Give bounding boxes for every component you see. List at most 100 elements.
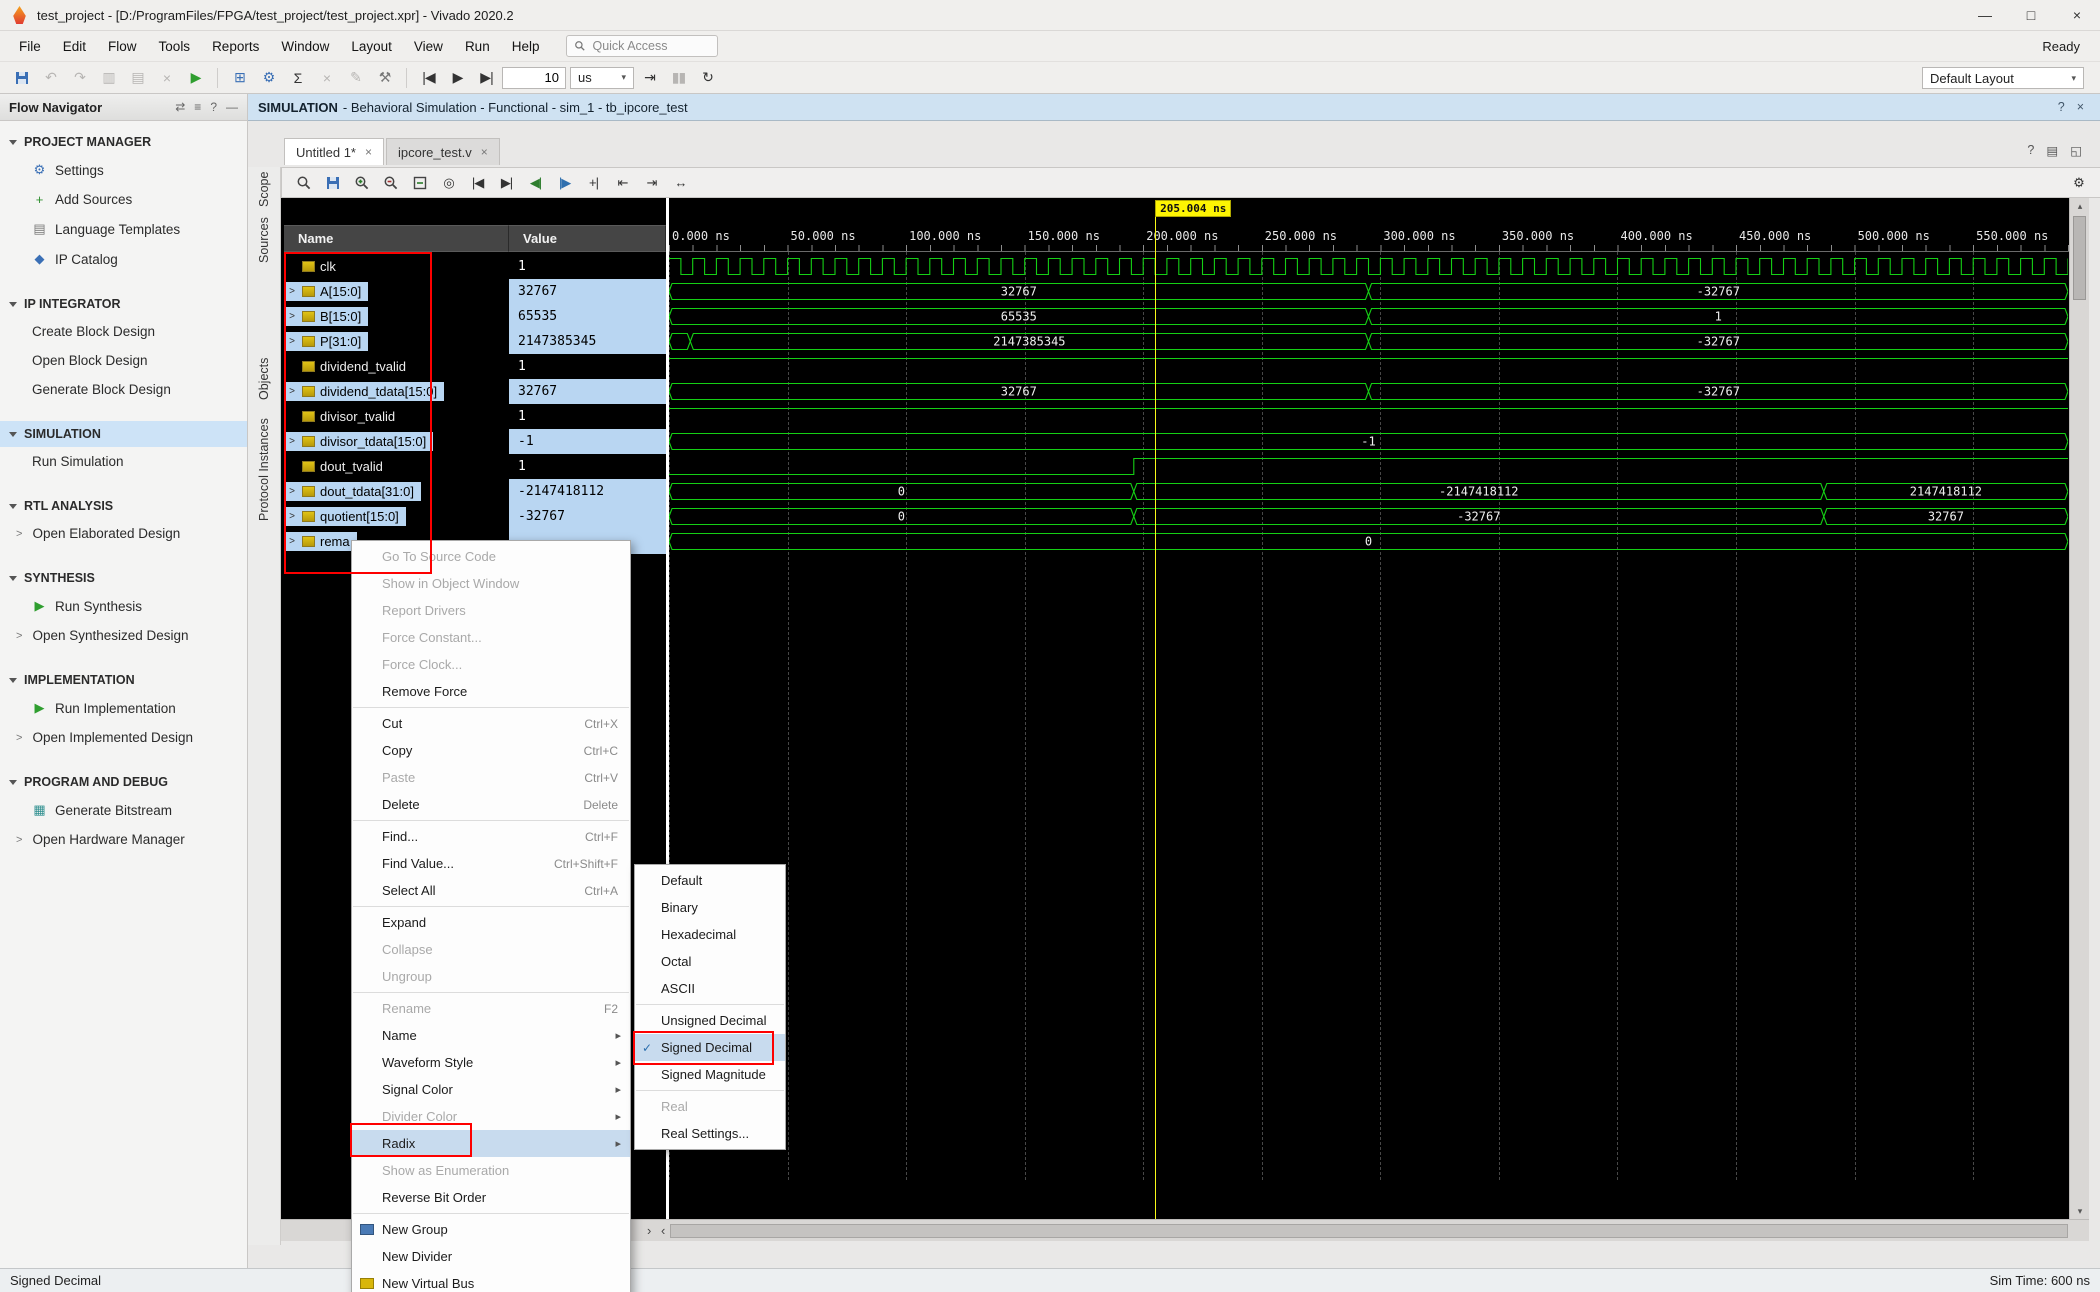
close-icon[interactable]: × bbox=[481, 145, 488, 159]
zoom-out-icon[interactable] bbox=[378, 171, 403, 195]
paste-icon[interactable]: ▤ bbox=[124, 65, 151, 91]
signal-name-row[interactable]: >dividend_tdata[15:0] bbox=[284, 379, 509, 404]
menu-tools[interactable]: Tools bbox=[148, 34, 202, 59]
undo-icon[interactable]: ↶ bbox=[37, 65, 64, 91]
layout-selector[interactable]: Default Layout ▾ bbox=[1922, 67, 2084, 89]
close-icon[interactable]: × bbox=[2077, 100, 2084, 114]
delete-icon[interactable]: × bbox=[153, 65, 180, 91]
flow-item-open-synthesized-design[interactable]: >Open Synthesized Design bbox=[0, 621, 247, 650]
menu-item-show-in-object-window[interactable]: Show in Object Window bbox=[352, 570, 630, 597]
menu-window[interactable]: Window bbox=[270, 34, 340, 59]
scroll-down-icon[interactable]: ▾ bbox=[2070, 1203, 2090, 1219]
next-marker-icon[interactable]: ⇥ bbox=[639, 171, 664, 195]
flow-section-title-project-manager[interactable]: PROJECT MANAGER bbox=[0, 129, 247, 155]
dock-icon[interactable]: ▤ bbox=[2046, 143, 2058, 158]
flow-item-open-hardware-manager[interactable]: >Open Hardware Manager bbox=[0, 825, 247, 854]
menu-run[interactable]: Run bbox=[454, 34, 501, 59]
scrollbar-thumb[interactable] bbox=[2073, 216, 2086, 300]
go-to-time-0-icon[interactable]: |◀ bbox=[465, 171, 490, 195]
zoom-to-cursor-icon[interactable]: ◎ bbox=[436, 171, 461, 195]
menu-item-force-clock[interactable]: Force Clock... bbox=[352, 651, 630, 678]
go-to-last-time-icon[interactable]: ▶| bbox=[494, 171, 519, 195]
next-transition-icon[interactable]: |▶ bbox=[552, 171, 577, 195]
tab-untitled-1[interactable]: Untitled 1*× bbox=[284, 138, 384, 165]
tab-ipcore-test-v[interactable]: ipcore_test.v× bbox=[386, 138, 500, 165]
scroll-up-icon[interactable]: ▴ bbox=[2070, 198, 2090, 214]
pause-icon[interactable]: ▮▮ bbox=[665, 65, 692, 91]
menu-edit[interactable]: Edit bbox=[52, 34, 97, 59]
restart-icon[interactable]: |◀ bbox=[415, 65, 442, 91]
menu-layout[interactable]: Layout bbox=[340, 34, 403, 59]
signal-name-row[interactable]: dividend_tvalid bbox=[284, 354, 509, 379]
menu-item-delete[interactable]: DeleteDelete bbox=[352, 791, 630, 818]
menu-help[interactable]: Help bbox=[501, 34, 551, 59]
radix-option-octal[interactable]: Octal bbox=[635, 948, 785, 975]
flow-section-title-simulation[interactable]: SIMULATION bbox=[0, 421, 247, 447]
settings-gear-icon[interactable]: ⚙ bbox=[255, 65, 282, 91]
signal-name-row[interactable]: >A[15:0] bbox=[284, 279, 509, 304]
previous-marker-icon[interactable]: ⇤ bbox=[610, 171, 635, 195]
help-icon[interactable]: ? bbox=[2027, 143, 2034, 158]
edit-icon[interactable]: ✎ bbox=[342, 65, 369, 91]
flow-item-open-implemented-design[interactable]: >Open Implemented Design bbox=[0, 723, 247, 752]
redo-icon[interactable]: ↷ bbox=[66, 65, 93, 91]
waveform-canvas[interactable]: 0.000 ns50.000 ns100.000 ns150.000 ns200… bbox=[669, 198, 2069, 1219]
signal-name-row[interactable]: >B[15:0] bbox=[284, 304, 509, 329]
flow-item-ip-catalog[interactable]: ◆IP Catalog bbox=[0, 244, 247, 274]
menu-item-waveform-style[interactable]: Waveform Style▸ bbox=[352, 1049, 630, 1076]
maximize-icon[interactable]: ◱ bbox=[2070, 143, 2082, 158]
report-icon[interactable]: ⊞ bbox=[226, 65, 253, 91]
copy-icon[interactable]: ▥ bbox=[95, 65, 122, 91]
radix-option-binary[interactable]: Binary bbox=[635, 894, 785, 921]
flow-section-title-synthesis[interactable]: SYNTHESIS bbox=[0, 565, 247, 591]
wave-settings-gear-icon[interactable]: ⚙ bbox=[2066, 171, 2091, 195]
help-icon[interactable]: ? bbox=[2058, 100, 2065, 114]
radix-option-signed-decimal[interactable]: Signed Decimal bbox=[635, 1034, 785, 1061]
clear-icon[interactable]: × bbox=[313, 65, 340, 91]
menu-item-go-to-source-code[interactable]: Go To Source Code bbox=[352, 543, 630, 570]
menu-item-ungroup[interactable]: Ungroup bbox=[352, 963, 630, 990]
menu-item-copy[interactable]: CopyCtrl+C bbox=[352, 737, 630, 764]
radix-option-hexadecimal[interactable]: Hexadecimal bbox=[635, 921, 785, 948]
signal-name-row[interactable]: >P[31:0] bbox=[284, 329, 509, 354]
pane-collapse-left-icon[interactable]: ‹ bbox=[661, 1223, 665, 1238]
menu-item-new-divider[interactable]: New Divider bbox=[352, 1243, 630, 1270]
menu-item-rename[interactable]: RenameF2 bbox=[352, 995, 630, 1022]
menu-item-expand[interactable]: Expand bbox=[352, 909, 630, 936]
flow-item-language-templates[interactable]: ▤Language Templates bbox=[0, 214, 247, 244]
sum-icon[interactable]: Σ bbox=[284, 65, 311, 91]
flow-item-run-synthesis[interactable]: ▶Run Synthesis bbox=[0, 591, 247, 621]
run-for-icon[interactable]: ▶| bbox=[473, 65, 500, 91]
flow-item-create-block-design[interactable]: Create Block Design bbox=[0, 317, 247, 346]
flow-item-open-elaborated-design[interactable]: >Open Elaborated Design bbox=[0, 519, 247, 548]
flow-section-title-ip-integrator[interactable]: IP INTEGRATOR bbox=[0, 291, 247, 317]
save-waveform-icon[interactable] bbox=[320, 171, 345, 195]
flow-item-run-simulation[interactable]: Run Simulation bbox=[0, 447, 247, 476]
menu-item-find-value[interactable]: Find Value...Ctrl+Shift+F bbox=[352, 850, 630, 877]
add-marker-icon[interactable]: +| bbox=[581, 171, 606, 195]
flow-item-add-sources[interactable]: +Add Sources bbox=[0, 185, 247, 214]
probe-icon[interactable]: ⚒ bbox=[371, 65, 398, 91]
step-icon[interactable]: ⇥ bbox=[636, 65, 663, 91]
radix-option-real[interactable]: Real bbox=[635, 1093, 785, 1120]
scrollbar-thumb[interactable] bbox=[670, 1224, 2068, 1238]
previous-transition-icon[interactable]: ◀| bbox=[523, 171, 548, 195]
menu-reports[interactable]: Reports bbox=[201, 34, 270, 59]
signal-name-row[interactable]: >quotient[15:0] bbox=[284, 504, 509, 529]
quick-access-search[interactable]: Quick Access bbox=[566, 35, 718, 57]
menu-item-signal-color[interactable]: Signal Color▸ bbox=[352, 1076, 630, 1103]
radix-option-real-settings[interactable]: Real Settings... bbox=[635, 1120, 785, 1147]
menu-item-new-virtual-bus[interactable]: New Virtual Bus bbox=[352, 1270, 630, 1292]
signal-name-row[interactable]: divisor_tvalid bbox=[284, 404, 509, 429]
radix-option-default[interactable]: Default bbox=[635, 867, 785, 894]
zoom-in-icon[interactable] bbox=[349, 171, 374, 195]
list-icon[interactable]: ≡ bbox=[194, 100, 201, 114]
side-tab-protocol-instances[interactable]: Protocol Instances bbox=[248, 409, 280, 531]
swap-icon[interactable]: ⇄ bbox=[175, 100, 185, 114]
close-icon[interactable]: × bbox=[365, 145, 372, 159]
menu-file[interactable]: File bbox=[8, 34, 52, 59]
zoom-fit-icon[interactable] bbox=[407, 171, 432, 195]
help-icon[interactable]: ? bbox=[210, 100, 217, 114]
side-tab-sources[interactable]: Sources bbox=[248, 213, 280, 267]
menu-item-paste[interactable]: PasteCtrl+V bbox=[352, 764, 630, 791]
